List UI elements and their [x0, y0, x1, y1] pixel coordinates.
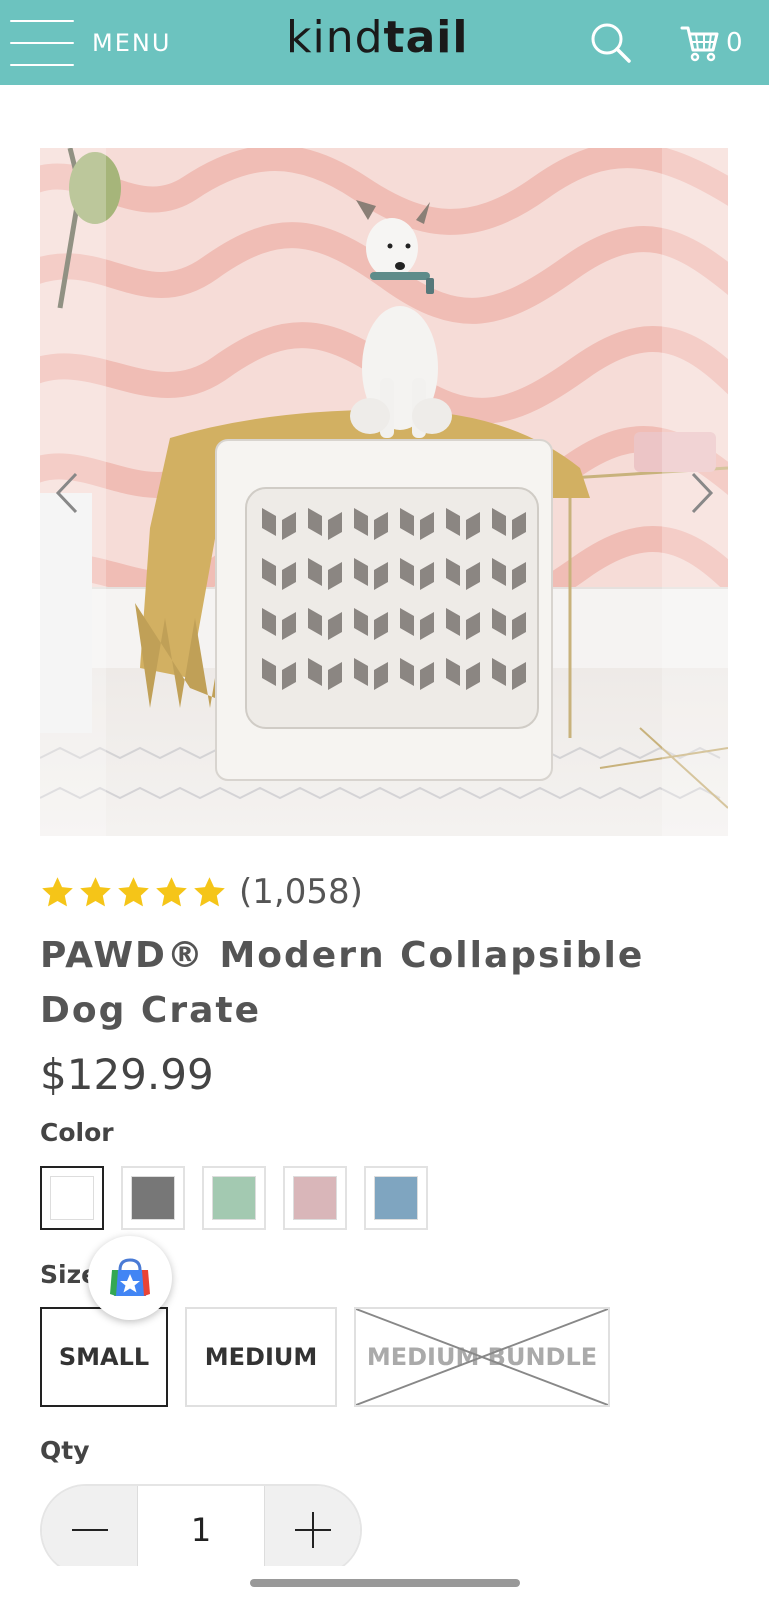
star-icon: [156, 876, 187, 906]
product-image[interactable]: [40, 148, 728, 836]
search-icon: [591, 23, 631, 63]
star-icon: [194, 876, 225, 906]
swatch-fill: [374, 1176, 418, 1220]
color-swatch-sage[interactable]: [202, 1166, 266, 1230]
shopping-bag-icon: [110, 1258, 150, 1296]
color-swatch-blue[interactable]: [364, 1166, 428, 1230]
google-shopping-badge[interactable]: [88, 1236, 172, 1320]
site-header: MENU kindtail 0: [0, 0, 769, 85]
gallery-next-button[interactable]: [681, 468, 721, 518]
menu-button[interactable]: MENU: [10, 20, 171, 66]
size-options: SMALL MEDIUM MEDIUM BUNDLE: [40, 1307, 610, 1407]
chevron-right-icon: [691, 472, 714, 514]
logo-text-bold: tail: [383, 12, 469, 63]
rating-stars: [40, 875, 227, 910]
swatch-fill: [131, 1176, 175, 1220]
rating-count: (1,058): [239, 872, 363, 912]
plus-icon: [294, 1512, 331, 1548]
home-indicator[interactable]: [250, 1579, 520, 1587]
quantity-stepper: 1: [40, 1484, 362, 1576]
color-swatches: [40, 1166, 428, 1230]
qty-decrement-button[interactable]: [42, 1486, 137, 1574]
cart-button[interactable]: 0: [680, 22, 743, 64]
size-option-small[interactable]: SMALL: [40, 1307, 168, 1407]
logo-text-light: kind: [286, 12, 384, 63]
qty-increment-button[interactable]: [265, 1486, 360, 1574]
chevron-left-icon: [55, 472, 78, 514]
site-logo[interactable]: kindtail: [286, 12, 468, 63]
product-title: PAWD® Modern Collapsible Dog Crate: [40, 935, 645, 1031]
search-button[interactable]: [590, 22, 632, 64]
unavailable-strike: [356, 1309, 608, 1405]
swatch-fill: [293, 1176, 337, 1220]
menu-label: MENU: [92, 29, 172, 57]
color-swatch-gray[interactable]: [121, 1166, 185, 1230]
star-icon: [42, 876, 73, 906]
color-swatch-blush[interactable]: [283, 1166, 347, 1230]
color-label: Color: [40, 1118, 114, 1147]
size-option-medium-bundle[interactable]: MEDIUM BUNDLE: [354, 1307, 610, 1407]
color-swatch-white[interactable]: [40, 1166, 104, 1230]
star-icon: [118, 876, 149, 906]
cart-count: 0: [726, 28, 743, 58]
qty-label: Qty: [40, 1436, 90, 1465]
swatch-fill: [50, 1176, 94, 1220]
minus-icon: [71, 1529, 108, 1531]
gallery-prev-button[interactable]: [48, 468, 88, 518]
size-option-label: MEDIUM: [204, 1343, 318, 1371]
product-photo: [40, 148, 728, 836]
cart-icon: [680, 26, 719, 62]
hamburger-icon: [10, 20, 74, 66]
product-rating[interactable]: (1,058): [40, 872, 363, 912]
swatch-fill: [212, 1176, 256, 1220]
size-option-label: SMALL: [58, 1343, 150, 1371]
star-icon: [80, 876, 111, 906]
product-price: $129.99: [40, 1050, 214, 1099]
qty-input[interactable]: 1: [137, 1486, 265, 1574]
size-option-medium[interactable]: MEDIUM: [185, 1307, 337, 1407]
